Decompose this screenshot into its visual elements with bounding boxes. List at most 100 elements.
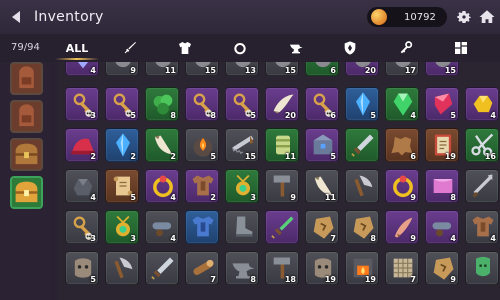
inventory-slot[interactable] <box>145 251 179 285</box>
inventory-slot[interactable]: 2 <box>65 128 99 162</box>
inventory-slot[interactable]: 3 <box>105 210 139 244</box>
inventory-slot[interactable]: 9 <box>425 251 459 285</box>
item-quantity: 19 <box>444 152 456 161</box>
inventory-slot[interactable]: 3 <box>65 87 99 121</box>
inventory-slot[interactable]: 3 <box>225 169 259 203</box>
inventory-slot[interactable]: 2 <box>105 128 139 162</box>
inventory-slot[interactable]: 8 <box>225 251 259 285</box>
inventory-slot[interactable]: 8 <box>345 210 379 244</box>
inventory-slot[interactable]: 11 <box>265 128 299 162</box>
tab-crafting[interactable] <box>276 37 316 59</box>
inventory-slot[interactable]: 11 <box>145 62 179 76</box>
coin-icon <box>371 9 387 25</box>
tab-misc[interactable] <box>441 37 481 59</box>
inventory-slot[interactable]: 5 <box>185 128 219 162</box>
item-quantity: 15 <box>284 66 296 75</box>
tab-all[interactable]: ALL <box>57 37 97 59</box>
inventory-slot[interactable]: 4 <box>65 62 99 76</box>
inventory-slot[interactable]: 4 <box>425 210 459 244</box>
inventory-slot[interactable]: 5 <box>225 87 259 121</box>
item-quantity: 16 <box>484 152 496 161</box>
inventory-slot[interactable]: 2 <box>145 128 179 162</box>
inventory-slot[interactable]: 5 <box>105 87 139 121</box>
inventory-slot[interactable] <box>465 169 499 203</box>
item-quantity: 3 <box>250 193 256 202</box>
inventory-slot[interactable]: 7 <box>305 210 339 244</box>
home-icon[interactable] <box>478 8 496 26</box>
inventory-slot[interactable]: 5 <box>345 87 379 121</box>
inventory-slot[interactable] <box>345 128 379 162</box>
inventory-slot[interactable]: 19 <box>345 251 379 285</box>
inventory-slot[interactable]: 19 <box>425 128 459 162</box>
inventory-slot[interactable]: 20 <box>265 87 299 121</box>
inventory-slot[interactable]: 17 <box>385 62 419 76</box>
item-quantity: 5 <box>130 111 136 120</box>
bag-slot-1[interactable] <box>10 62 43 95</box>
item-quantity: 4 <box>90 66 96 75</box>
item-quantity: 19 <box>364 275 376 284</box>
item-quantity: 8 <box>250 275 256 284</box>
inventory-slot[interactable] <box>225 210 259 244</box>
settings-gear-icon[interactable] <box>455 8 473 26</box>
inventory-slot[interactable]: 5 <box>305 128 339 162</box>
tab-shields[interactable] <box>330 37 370 59</box>
inventory-slot[interactable]: 8 <box>185 87 219 121</box>
inventory-slot[interactable] <box>265 210 299 244</box>
backpack-icon <box>19 66 34 89</box>
inventory-slot[interactable]: 9 <box>265 169 299 203</box>
item-quantity: 4 <box>90 193 96 202</box>
inventory-slot[interactable]: 9 <box>105 62 139 76</box>
inventory-slot[interactable]: 8 <box>425 169 459 203</box>
inventory-slot[interactable]: 5 <box>65 251 99 285</box>
inventory-slot[interactable]: 15 <box>185 62 219 76</box>
inventory-slot[interactable]: 2 <box>185 169 219 203</box>
inventory-slot[interactable]: 16 <box>465 128 499 162</box>
inventory-slot[interactable] <box>345 169 379 203</box>
inventory-slot[interactable] <box>105 251 139 285</box>
bag-slot-3[interactable] <box>10 138 43 171</box>
inventory-slot[interactable]: 9 <box>385 210 419 244</box>
inventory-slot[interactable]: 6 <box>385 128 419 162</box>
back-arrow-icon[interactable] <box>12 11 20 23</box>
inventory-slot[interactable]: 4 <box>145 210 179 244</box>
item-quantity: 5 <box>330 152 336 161</box>
tab-all-label: ALL <box>65 41 89 55</box>
inventory-slot[interactable]: 6 <box>305 62 339 76</box>
inventory-slot[interactable]: 19 <box>305 251 339 285</box>
inventory-capacity: 79/94 <box>11 42 40 53</box>
item-quantity: 3 <box>90 234 96 243</box>
inventory-slot[interactable]: 7 <box>385 251 419 285</box>
tab-keys[interactable] <box>386 37 426 59</box>
inventory-slot[interactable]: 4 <box>65 169 99 203</box>
inventory-slot[interactable]: 4 <box>385 87 419 121</box>
inventory-slot[interactable] <box>465 251 499 285</box>
inventory-slot[interactable]: 7 <box>185 251 219 285</box>
inventory-slot[interactable]: 9 <box>385 169 419 203</box>
inventory-slot[interactable]: 6 <box>305 87 339 121</box>
item-quantity: 5 <box>130 193 136 202</box>
tab-armor[interactable] <box>165 37 205 59</box>
item-quantity: 5 <box>90 275 96 284</box>
inventory-slot[interactable]: 15 <box>425 62 459 76</box>
inventory-slot[interactable]: 3 <box>65 210 99 244</box>
inventory-slot[interactable] <box>185 210 219 244</box>
inventory-slot[interactable]: 5 <box>105 169 139 203</box>
inventory-slot[interactable]: 11 <box>305 169 339 203</box>
ring-icon <box>234 43 246 55</box>
inventory-slot[interactable]: 13 <box>225 62 259 76</box>
inventory-slot[interactable]: 15 <box>225 128 259 162</box>
tab-rings[interactable] <box>220 37 260 59</box>
inventory-slot[interactable]: 15 <box>265 62 299 76</box>
bag-slot-2[interactable] <box>10 100 43 133</box>
tab-weapons[interactable] <box>110 37 150 59</box>
item-quantity: 4 <box>450 234 456 243</box>
inventory-slot[interactable]: 4 <box>145 169 179 203</box>
inventory-slot[interactable]: 20 <box>345 62 379 76</box>
inventory-slot[interactable]: 8 <box>145 87 179 121</box>
bag-slot-4-active[interactable] <box>10 176 43 209</box>
inventory-slot[interactable]: 5 <box>425 87 459 121</box>
inventory-slot[interactable]: 18 <box>265 251 299 285</box>
inventory-slot[interactable]: 4 <box>465 87 499 121</box>
inventory-slot[interactable]: 4 <box>465 210 499 244</box>
active-tab-indicator <box>55 58 99 60</box>
